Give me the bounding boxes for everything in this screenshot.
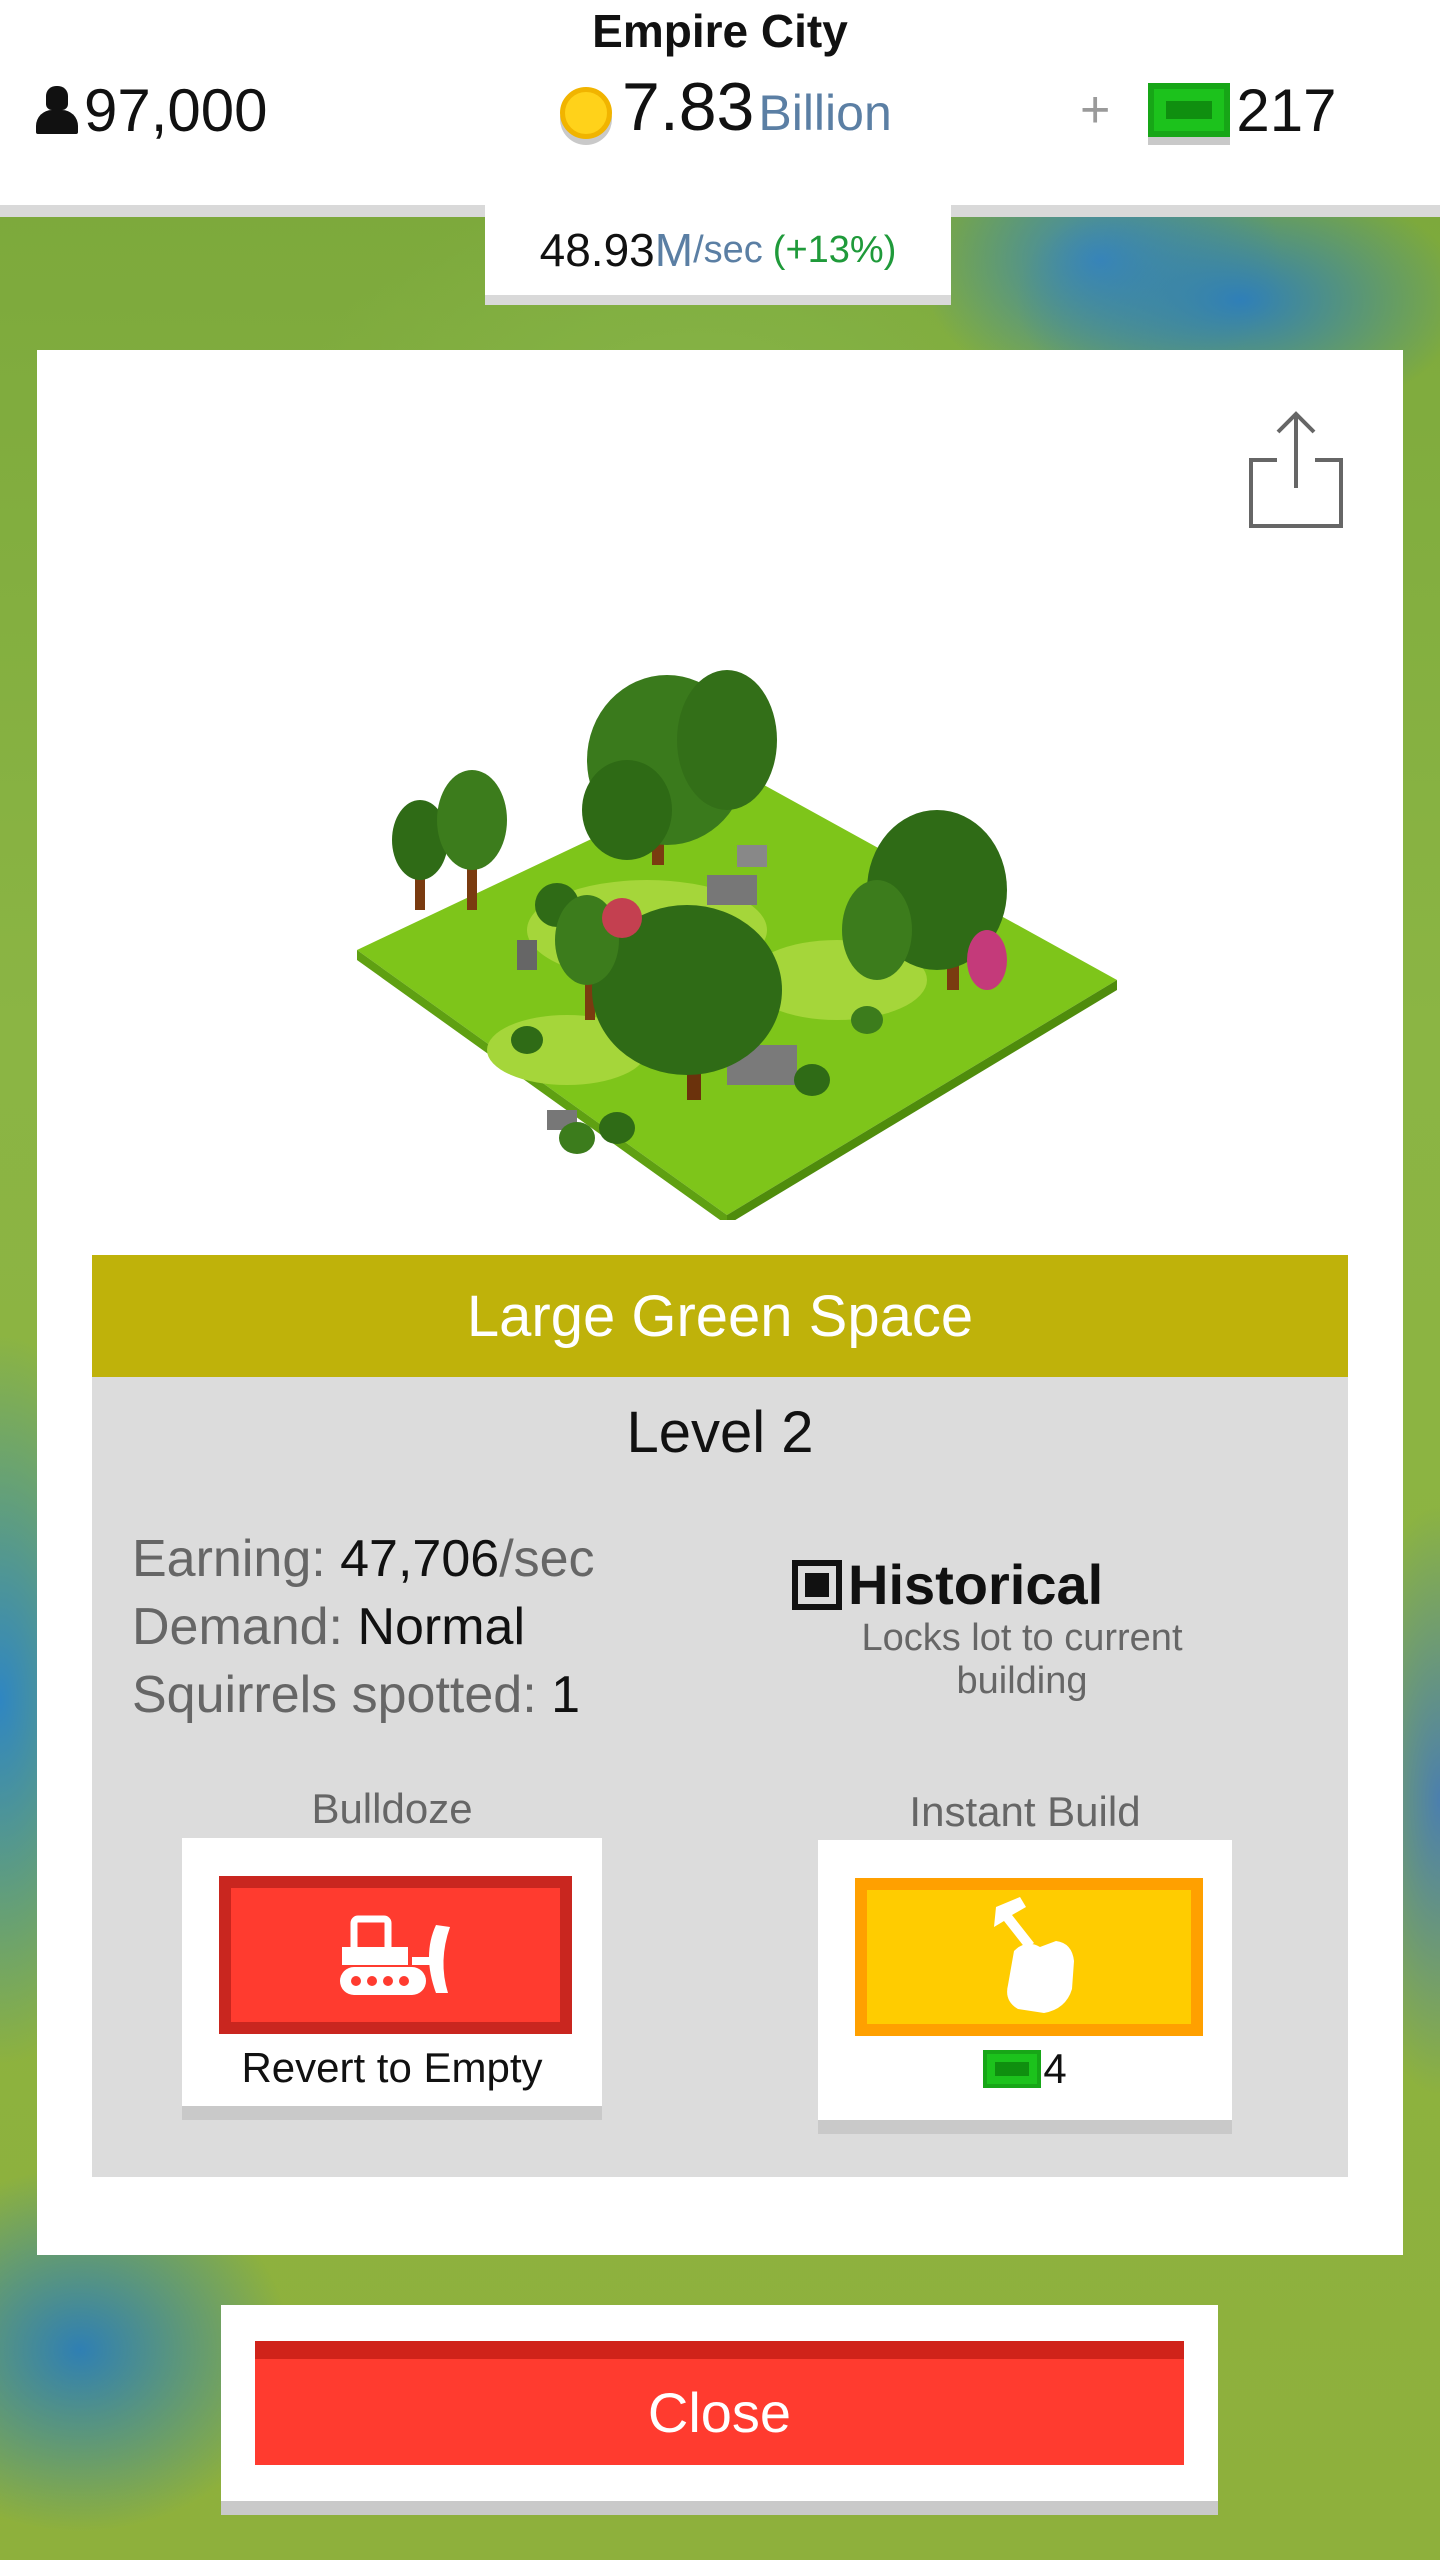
squirrels-value: 1 <box>551 1666 581 1724</box>
instant-build-label: Instant Build <box>909 1788 1141 1835</box>
building-level: Level 2 <box>626 1400 814 1465</box>
demand-row: Demand: Normal <box>132 1593 595 1661</box>
instant-build-cost-value: 4 <box>1043 2045 1067 2092</box>
building-preview-image <box>357 670 1117 1220</box>
close-card[interactable]: Close <box>221 2305 1218 2515</box>
add-cash-button[interactable]: + <box>1080 80 1110 140</box>
demand-value: Normal <box>357 1598 526 1656</box>
person-icon <box>36 86 78 134</box>
building-name: Large Green Space <box>466 1283 974 1349</box>
city-name: Empire City <box>592 5 848 57</box>
bulldoze-card[interactable]: Revert to Empty <box>182 1838 602 2120</box>
money-display: 7.83 Billion <box>560 68 892 158</box>
cash-display[interactable]: + 217 <box>1080 70 1336 150</box>
coin-icon <box>560 87 612 139</box>
bulldoze-label: Bulldoze <box>311 1785 473 1832</box>
earning-row: Earning: 47,706/sec <box>132 1525 595 1593</box>
earning-label: Earning: <box>132 1530 341 1588</box>
rate-value: 48.93 <box>539 224 655 276</box>
historical-checkbox[interactable] <box>792 1559 842 1610</box>
earning-unit: /sec <box>499 1530 595 1588</box>
money-value: 7.83 <box>622 69 755 145</box>
share-button[interactable] <box>1247 410 1345 528</box>
rate-per: /sec <box>693 228 763 271</box>
population-display: 97,000 <box>36 70 268 150</box>
population-value: 97,000 <box>84 76 268 144</box>
historical-description: Locks lot to current building <box>861 1617 1183 1702</box>
building-name-bar: Large Green Space <box>92 1255 1348 1377</box>
bulldoze-button[interactable] <box>219 1876 572 2034</box>
historical-label: Historical <box>848 1553 1104 1616</box>
building-stats: Earning: 47,706/sec Demand: Normal Squir… <box>132 1525 595 1729</box>
earning-value: 47,706 <box>340 1530 500 1588</box>
squirrels-label: Squirrels spotted: <box>132 1666 552 1724</box>
revert-to-empty-text: Revert to Empty <box>241 2044 543 2091</box>
demand-label: Demand: <box>132 1598 358 1656</box>
share-icon <box>1249 411 1343 528</box>
cash-bill-icon <box>1148 83 1231 137</box>
close-label: Close <box>647 2380 792 2444</box>
top-hud: Empire City 97,000 7.83 Billion + 217 <box>0 0 1440 217</box>
instant-build-button[interactable] <box>855 1878 1203 2036</box>
hammer-hand-icon <box>994 1897 1074 2013</box>
squirrels-row: Squirrels spotted: 1 <box>132 1661 595 1729</box>
rate-bonus: (+13%) <box>772 228 897 271</box>
historical-toggle[interactable]: Historical <box>792 1552 1103 1617</box>
instant-build-card[interactable]: 4 <box>818 1840 1232 2134</box>
cash-bill-icon <box>983 2050 1042 2088</box>
close-button[interactable]: Close <box>255 2341 1184 2465</box>
income-rate-tab: 48.93 M /sec (+13%) <box>485 205 951 305</box>
instant-build-cost: 4 <box>818 2045 1232 2093</box>
bulldozer-icon <box>339 1915 450 1995</box>
money-unit: Billion <box>758 85 892 141</box>
cash-value: 217 <box>1236 76 1337 144</box>
rate-unit: M <box>654 224 694 276</box>
